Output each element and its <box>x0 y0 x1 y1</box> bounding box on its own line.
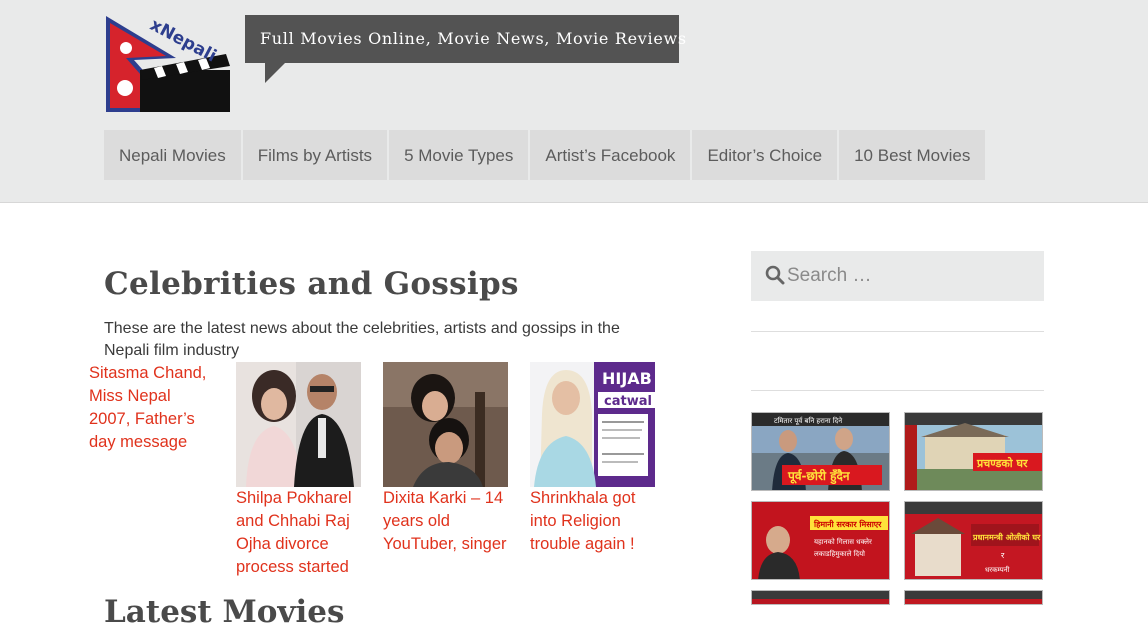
nav-item-best-movies[interactable]: 10 Best Movies <box>839 130 986 180</box>
main-nav: Nepali Movies Films by Artists 5 Movie T… <box>104 130 987 180</box>
svg-text:catwal: catwal <box>604 394 652 409</box>
list-item: Sitasma Chand, Miss Nepal 2007, Father’s… <box>89 362 214 454</box>
sidebar-video-thumb[interactable] <box>751 590 890 605</box>
sidebar-video-thumb[interactable]: हिमानी सरकार मिसाएर यहानको गिलास धक्लेर … <box>751 501 890 580</box>
sidebar-video-thumb[interactable] <box>904 590 1043 605</box>
post-link-sitasma[interactable]: Sitasma Chand, Miss Nepal 2007, Father’s… <box>89 362 214 454</box>
site-logo[interactable]: xNepali <box>104 14 232 114</box>
post-thumbnail[interactable]: HIJAB catwal <box>530 362 655 487</box>
search-box <box>751 251 1044 301</box>
svg-text:धरकम्पनी: धरकम्पनी <box>985 565 1010 574</box>
nav-item-movie-types[interactable]: 5 Movie Types <box>389 130 529 180</box>
search-input[interactable] <box>787 251 1037 301</box>
svg-text:प्रधानमन्त्री ओलीको घर: प्रधानमन्त्री ओलीको घर <box>972 532 1041 542</box>
site-header: xNepali Full Movies Online, Movie News, … <box>0 0 1148 203</box>
list-item: Dixita Karki – 14 years old YouTuber, si… <box>383 362 508 556</box>
svg-text:टमितार पूर्व बनि हराना दिने: टमितार पूर्व बनि हराना दिने <box>774 416 842 425</box>
site-tagline: Full Movies Online, Movie News, Movie Re… <box>245 15 686 63</box>
post-thumbnail[interactable] <box>236 362 361 487</box>
svg-text:हिमानी सरकार मिसाएर: हिमानी सरकार मिसाएर <box>813 519 882 529</box>
latest-movies-heading: Latest Movies <box>104 594 345 630</box>
search-icon <box>765 265 785 285</box>
svg-text:HIJAB: HIJAB <box>602 369 652 388</box>
svg-text:प्रचण्डको घर: प्रचण्डको घर <box>976 456 1028 470</box>
list-item: HIJAB catwal Shrinkhala got into Religio… <box>530 362 655 556</box>
page-intro: These are the latest news about the cele… <box>104 320 620 359</box>
nav-item-films-by-artists[interactable]: Films by Artists <box>242 130 388 180</box>
svg-text:यहानको गिलास धक्लेर: यहानको गिलास धक्लेर <box>814 537 872 546</box>
list-item: Shilpa Pokharel and Chhabi Raj Ojha divo… <box>236 362 361 579</box>
svg-text:लकाडहिमुकाले दियो: लकाडहिमुकाले दियो <box>814 549 865 558</box>
post-thumbnail[interactable] <box>383 362 508 487</box>
post-link-shilpa[interactable]: Shilpa Pokharel and Chhabi Raj Ojha divo… <box>236 487 361 579</box>
sidebar-video-thumb[interactable]: टमितार पूर्व बनि हराना दिने पूर्व-छोरी ह… <box>751 412 890 491</box>
sidebar-video-thumb[interactable]: प्रचण्डको घर <box>904 412 1043 491</box>
page-title: Celebrities and Gossips <box>104 266 519 302</box>
post-link-shrinkhala[interactable]: Shrinkhala got into Religion trouble aga… <box>530 487 655 556</box>
nav-item-artists-facebook[interactable]: Artist’s Facebook <box>530 130 691 180</box>
tagline-pointer <box>265 63 285 83</box>
sidebar-divider <box>751 390 1044 391</box>
nav-item-editors-choice[interactable]: Editor’s Choice <box>692 130 838 180</box>
svg-text:पूर्व-छोरी हुँदैन: पूर्व-छोरी हुँदैन <box>787 469 851 485</box>
sidebar-video-thumb[interactable]: प्रधानमन्त्री ओलीको घर र धरकम्पनी <box>904 501 1043 580</box>
nav-item-nepali-movies[interactable]: Nepali Movies <box>104 130 241 180</box>
sidebar-divider <box>751 331 1044 332</box>
post-link-dixita[interactable]: Dixita Karki – 14 years old YouTuber, si… <box>383 487 508 556</box>
